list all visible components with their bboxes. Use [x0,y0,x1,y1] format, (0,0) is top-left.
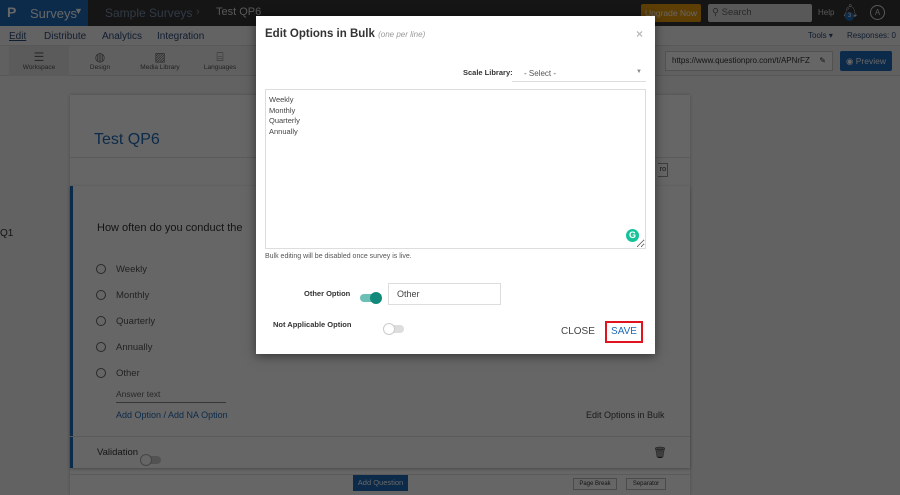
survey-title[interactable]: Test QP6 [94,131,160,149]
survey-url-field[interactable]: https://www.questionpro.com/t/APNrFZ ✎ [665,51,833,71]
modal-title: Edit Options in Bulk (one per line) [265,28,425,40]
option-label: Annually [116,342,153,353]
radio-button[interactable] [96,368,106,379]
other-answer-input[interactable]: Answer text [116,389,226,403]
tool-design[interactable]: ◍ Design [80,46,120,76]
search-placeholder: Search [721,7,752,18]
other-option-input[interactable]: Other [388,283,501,305]
other-option-toggle[interactable] [360,291,382,304]
help-link[interactable]: Help [818,8,834,17]
avatar[interactable]: A [870,5,885,20]
question-text[interactable]: How often do you conduct the [97,222,243,234]
separator-label: Separator [632,481,660,487]
page-break-label: Page Break [579,481,611,487]
option-monthly[interactable]: Monthly [96,290,149,301]
nav-integration[interactable]: Integration [157,31,204,42]
tool-label: Design [89,64,111,71]
close-icon[interactable]: × [636,27,643,41]
modal-subtitle: (one per line) [378,30,426,39]
validation-toggle[interactable] [140,453,161,466]
tool-workspace[interactable]: ☰ Workspace [9,46,69,76]
preview-button[interactable]: ◉ Preview [840,51,892,71]
toggle-knob [140,453,152,466]
url-text: https://www.questionpro.com/t/APNrFZ [672,56,810,65]
option-other[interactable]: Other [96,368,140,379]
bulk-edit-note: Bulk editing will be disabled once surve… [265,253,412,260]
close-button[interactable]: CLOSE [561,326,595,337]
question-number: Q1 [0,228,14,239]
edit-options-bulk-modal: Edit Options in Bulk (one per line) × Sc… [256,16,655,354]
product-switcher[interactable]: P Surveys ▼ [0,0,88,26]
radio-button[interactable] [96,264,106,275]
page-break-button[interactable]: Page Break [573,478,617,490]
chevron-right-icon: › [196,6,200,18]
grammarly-icon[interactable]: G [626,229,639,242]
responses-count: Responses: 0 [847,31,896,40]
toggle-knob [383,322,396,335]
notification-badge: 3 [845,12,854,21]
other-option-label: Other Option [304,289,351,298]
na-option-toggle[interactable] [383,322,405,335]
search-input[interactable]: ⚲ Search [708,4,812,22]
tool-label: Media Library [140,64,180,71]
tool-languages[interactable]: ⌸ Languages [200,46,240,76]
eye-icon: ◉ [845,56,856,66]
tool-media-library[interactable]: ▨ Media Library [135,46,185,76]
preview-label: Preview [855,56,886,66]
add-na-option-link[interactable]: Add NA Option [168,410,228,420]
pencil-icon[interactable]: ✎ [819,52,826,70]
scale-library-select[interactable]: - Select - ▼ [512,64,646,82]
product-name: Surveys [30,6,77,21]
language-icon: ⌸ [216,50,224,64]
nav-analytics[interactable]: Analytics [102,31,142,42]
scale-library-label: Scale Library: [463,68,513,77]
edit-options-in-bulk-link[interactable]: Edit Options in Bulk [586,410,665,420]
radio-button[interactable] [96,290,106,301]
tools-menu[interactable]: Tools ▾ [808,31,833,40]
option-annually[interactable]: Annually [96,342,152,353]
breadcrumb-sample-surveys[interactable]: Sample Surveys [105,6,192,20]
radio-button[interactable] [96,316,106,327]
add-question-button[interactable]: Add Question [353,475,408,491]
divider [70,436,690,437]
option-label: Other [116,368,140,379]
option-label: Weekly [116,264,147,275]
select-value: - Select - [524,69,557,78]
tool-label: Languages [203,64,237,71]
nav-edit[interactable]: Edit [9,31,26,42]
breadcrumb-current: Test QP6 [216,6,262,18]
modal-title-text: Edit Options in Bulk [265,28,375,40]
validation-label: Validation [97,447,139,458]
palette-icon: ◍ [94,50,106,64]
image-icon: ▨ [154,50,166,64]
option-label: Quarterly [116,316,156,327]
separator-button[interactable]: Separator [626,478,666,490]
toggle-knob [370,291,382,304]
option-label: Monthly [116,290,150,301]
logo-icon: P [7,4,17,20]
add-option-link[interactable]: Add Option [116,410,161,420]
separator-slash: / [161,410,169,420]
header-action-button[interactable]: ro [658,163,668,177]
option-weekly[interactable]: Weekly [96,264,147,275]
add-option-links: Add Option / Add NA Option [116,410,228,420]
search-icon: ⚲ [712,7,722,18]
nav-distribute[interactable]: Distribute [44,31,86,42]
caret-down-icon: ▼ [636,69,642,75]
option-quarterly[interactable]: Quarterly [96,316,155,327]
save-button[interactable]: SAVE [605,321,643,343]
bulk-options-textarea[interactable] [265,89,646,249]
trash-icon[interactable]: 🗑︎ [653,446,667,459]
tool-label: Workspace [22,64,56,71]
radio-button[interactable] [96,342,106,353]
caret-down-icon: ▼ [74,6,83,16]
na-option-label: Not Applicable Option [273,320,352,329]
workspace-icon: ☰ [33,50,45,64]
